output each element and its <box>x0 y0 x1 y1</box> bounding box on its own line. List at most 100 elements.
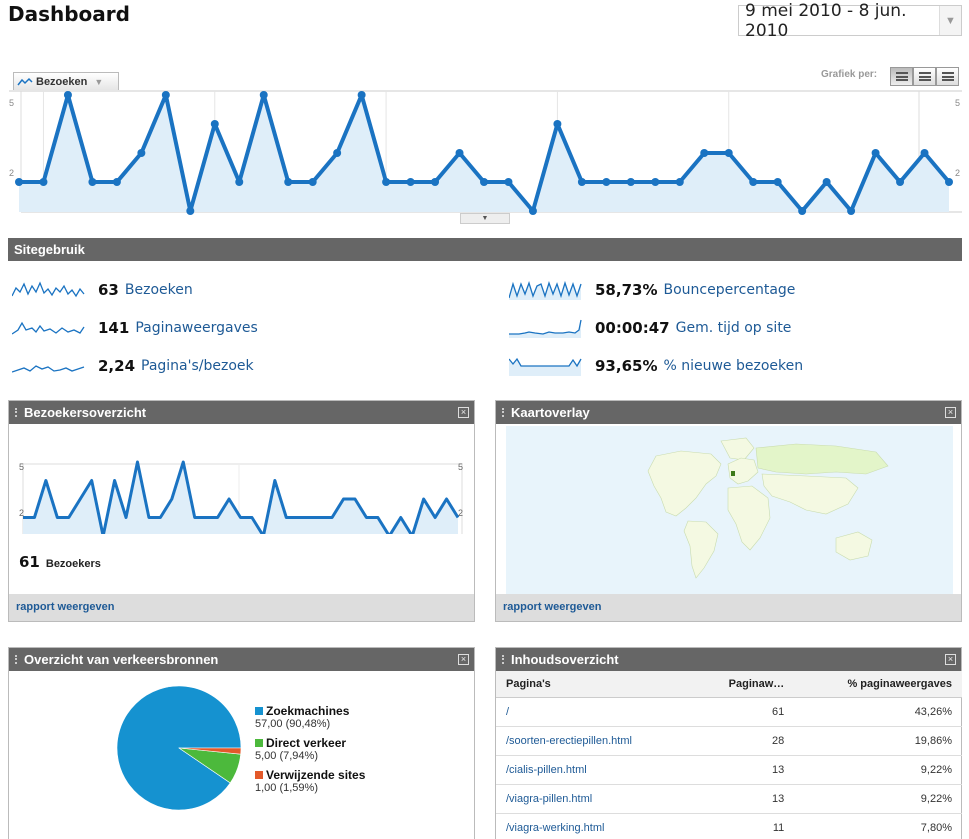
visitors-report-link[interactable]: rapport weergeven <box>9 594 474 621</box>
data-point[interactable] <box>675 178 684 186</box>
metric-link[interactable]: Bouncepercentage <box>663 282 795 298</box>
page-link[interactable]: / <box>496 697 693 727</box>
map-report-link[interactable]: rapport weergeven <box>496 594 961 621</box>
content-overview-header[interactable]: Inhoudsoverzicht × <box>496 648 961 671</box>
page-link[interactable]: /soorten-erectiepillen.html <box>496 726 693 756</box>
page-link[interactable]: /viagra-werking.html <box>496 813 693 839</box>
sparkline-icon <box>509 319 582 338</box>
data-point[interactable] <box>63 91 72 99</box>
visitors-overview-panel: Bezoekersoverzicht × 5 2 5 2 61 Bezoekers… <box>8 400 475 622</box>
close-icon[interactable]: × <box>945 654 956 665</box>
map-overlay-panel: Kaartoverlay × rapport weergeven <box>495 400 962 622</box>
data-point[interactable] <box>333 149 342 157</box>
data-point[interactable] <box>308 178 317 186</box>
drag-handle-icon[interactable] <box>502 655 505 664</box>
table-row: /soorten-erectiepillen.html 28 19,86% <box>496 726 962 756</box>
view-month-button[interactable] <box>936 67 959 86</box>
data-point[interactable] <box>798 207 807 215</box>
data-point[interactable] <box>822 178 831 186</box>
graph-view-buttons <box>890 67 959 86</box>
data-point[interactable] <box>651 178 660 186</box>
date-range-picker[interactable]: 9 mei 2010 - 8 jun. 2010 ▼ <box>738 1 962 41</box>
map-overlay-header[interactable]: Kaartoverlay × <box>496 401 961 424</box>
metric-link[interactable]: % nieuwe bezoeken <box>663 358 803 374</box>
world-map[interactable] <box>506 426 953 594</box>
data-point[interactable] <box>773 178 782 186</box>
data-point[interactable] <box>871 149 880 157</box>
close-icon[interactable]: × <box>458 407 469 418</box>
pageviews-cell: 13 <box>692 784 795 814</box>
data-point[interactable] <box>577 178 586 186</box>
col-pageviews-pct[interactable]: % paginaweergaves <box>794 671 962 698</box>
metric-link[interactable]: Pagina's/bezoek <box>141 358 254 374</box>
data-point[interactable] <box>137 149 146 157</box>
data-point[interactable] <box>406 178 415 186</box>
sparkline-icon <box>509 357 582 376</box>
metric-link[interactable]: Bezoeken <box>125 282 193 298</box>
data-point[interactable] <box>161 91 170 99</box>
data-point[interactable] <box>480 178 488 186</box>
data-point[interactable] <box>528 207 537 215</box>
legend-item[interactable]: Direct verkeer 5,00 (7,94%) <box>255 736 365 762</box>
legend-name: Verwijzende sites <box>266 768 366 782</box>
metric-paginaweergaves: 141 Paginaweergaves <box>12 318 258 338</box>
visitors-count-label: Bezoekers <box>45 558 101 570</box>
legend-item[interactable]: Verwijzende sites 1,00 (1,59%) <box>255 768 365 794</box>
sparkline-icon <box>12 281 85 298</box>
data-point[interactable] <box>382 178 391 186</box>
data-point[interactable] <box>186 207 195 215</box>
data-point[interactable] <box>455 149 464 157</box>
data-point[interactable] <box>357 91 366 99</box>
pageviews-cell: 28 <box>692 726 795 756</box>
col-pageviews[interactable]: Paginaw… <box>692 671 795 698</box>
close-icon[interactable]: × <box>945 407 956 418</box>
metric-selector[interactable]: Bezoeken ▼ <box>13 72 119 91</box>
drag-handle-icon[interactable] <box>15 655 18 664</box>
data-point[interactable] <box>112 178 121 186</box>
metric-gem-tijd-op-site: 00:00:47 Gem. tijd op site <box>509 318 791 338</box>
close-icon[interactable]: × <box>458 654 469 665</box>
metric-link[interactable]: Paginaweergaves <box>135 320 257 336</box>
page-link[interactable]: /cialis-pillen.html <box>496 755 693 785</box>
data-point[interactable] <box>896 178 905 186</box>
page-link[interactable]: /viagra-pillen.html <box>496 784 693 814</box>
table-row: /61 43,26% <box>496 697 962 727</box>
visits-chart: 5 2 5 2 10 mei17 mei24 mei31 mei7 jun. <box>9 90 962 215</box>
traffic-sources-header[interactable]: Overzicht van verkeersbronnen × <box>9 648 474 671</box>
drag-handle-icon[interactable] <box>502 408 505 417</box>
list-icon <box>941 72 954 81</box>
data-point[interactable] <box>210 120 219 128</box>
y-axis-top-right: 5 <box>458 462 463 472</box>
chevron-down-icon[interactable]: ▼ <box>939 6 961 35</box>
data-point[interactable] <box>431 178 440 186</box>
data-point[interactable] <box>284 178 293 186</box>
table-row: /viagra-werking.html 11 7,80% <box>496 813 962 839</box>
metric-link[interactable]: Gem. tijd op site <box>676 320 792 336</box>
data-point[interactable] <box>504 178 513 186</box>
pageviews-pct-cell: 19,86% <box>794 726 962 756</box>
view-week-button[interactable] <box>913 67 936 86</box>
drag-handle-icon[interactable] <box>15 408 18 417</box>
pageviews-pct-cell: 7,80% <box>794 813 962 839</box>
data-point[interactable] <box>88 178 97 186</box>
legend-name: Direct verkeer <box>266 736 347 750</box>
data-point[interactable] <box>259 91 268 99</box>
col-pages[interactable]: Pagina's <box>496 671 693 698</box>
view-day-button[interactable] <box>890 67 913 86</box>
data-point[interactable] <box>724 149 733 157</box>
data-point[interactable] <box>553 120 562 128</box>
visitors-overview-header[interactable]: Bezoekersoverzicht × <box>9 401 474 424</box>
data-point[interactable] <box>626 178 635 186</box>
data-point[interactable] <box>945 178 953 186</box>
data-point[interactable] <box>700 149 709 157</box>
legend-item[interactable]: Zoekmachines 57,00 (90,48%) <box>255 704 365 730</box>
data-point[interactable] <box>602 178 611 186</box>
data-point[interactable] <box>920 149 929 157</box>
data-point[interactable] <box>235 178 244 186</box>
collapse-chart-button[interactable]: ▼ <box>460 213 510 224</box>
data-point[interactable] <box>847 207 856 215</box>
data-point[interactable] <box>15 178 23 186</box>
data-point[interactable] <box>749 178 758 186</box>
metric-value: 93,65% <box>595 357 658 375</box>
data-point[interactable] <box>39 178 48 186</box>
